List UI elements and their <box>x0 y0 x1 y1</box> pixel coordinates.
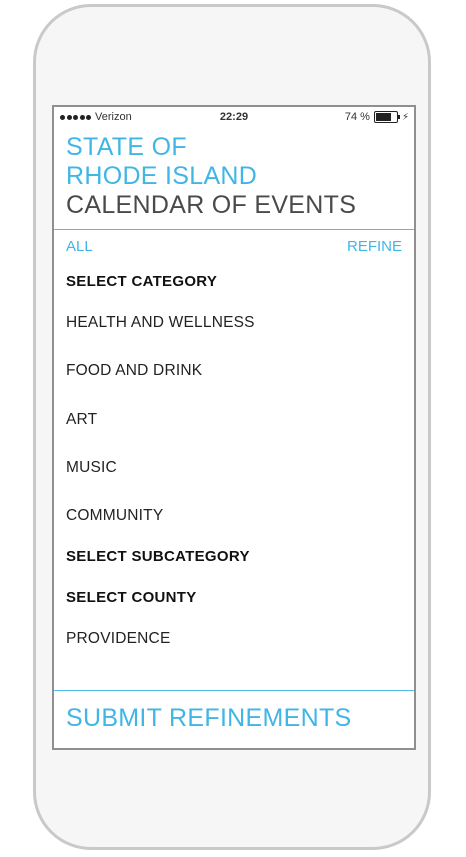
county-heading: SELECT COUNTY <box>66 589 197 606</box>
category-item-community[interactable]: COMMUNITY <box>66 507 163 525</box>
footer-divider <box>54 690 414 691</box>
subcategory-heading[interactable]: SELECT SUBCATEGORY <box>66 548 250 565</box>
charging-icon: ⚡ <box>401 111 409 123</box>
battery-status: 74 % ⚡ <box>345 111 409 123</box>
header-divider <box>54 229 414 230</box>
title-line-3: CALENDAR OF EVENTS <box>66 191 357 219</box>
title-line-2: RHODE ISLAND <box>66 162 258 190</box>
battery-percent: 74 % <box>344 111 370 123</box>
filter-nav: ALL REFINE <box>66 238 402 255</box>
refine-link[interactable]: REFINE <box>347 238 402 255</box>
category-heading: SELECT CATEGORY <box>66 273 218 290</box>
battery-icon <box>373 111 400 123</box>
category-item-food-and-drink[interactable]: FOOD AND DRINK <box>66 362 202 380</box>
all-link[interactable]: ALL <box>66 238 93 255</box>
category-item-art[interactable]: ART <box>66 411 97 429</box>
county-item-providence[interactable]: PROVIDENCE <box>66 630 171 648</box>
category-item-health-and-wellness[interactable]: HEALTH AND WELLNESS <box>66 314 255 332</box>
page-title: STATE OF RHODE ISLAND CALENDAR OF EVENTS <box>66 133 356 220</box>
submit-refinements-button[interactable]: SUBMIT REFINEMENTS <box>66 704 352 733</box>
title-line-1: STATE OF <box>66 133 187 161</box>
category-item-music[interactable]: MUSIC <box>66 459 117 477</box>
app-screen: Verizon 22:29 74 % ⚡ STATE OF RHODE ISLA… <box>52 105 416 750</box>
status-bar: Verizon 22:29 74 % ⚡ <box>54 107 414 127</box>
